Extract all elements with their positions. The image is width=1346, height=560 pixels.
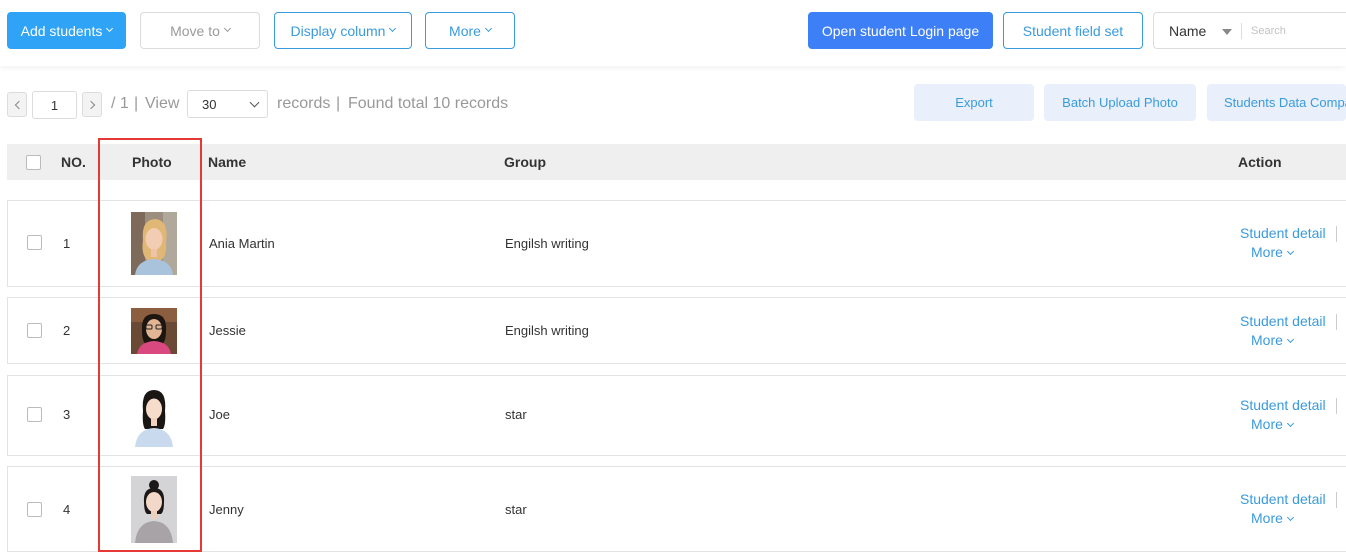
chevron-down-icon	[106, 24, 114, 33]
row-more-link[interactable]: More	[1251, 510, 1294, 526]
total-pages: / 1	[111, 95, 129, 112]
search-field-select[interactable]: Name	[1169, 23, 1206, 39]
table-row: 3 Joe star Student detail More	[7, 375, 1346, 456]
prev-page-button[interactable]	[7, 92, 27, 117]
header-action: Action	[1238, 154, 1282, 170]
open-login-label: Open student Login page	[821, 22, 980, 39]
move-to-label: Move to	[170, 22, 220, 39]
chevron-down-icon	[249, 97, 260, 108]
row-more-label: More	[1251, 510, 1283, 526]
open-student-login-button[interactable]: Open student Login page	[808, 12, 993, 49]
row-checkbox[interactable]	[27, 502, 42, 517]
chevron-down-icon	[389, 24, 397, 33]
found-records-text: Found total 10 records	[348, 95, 509, 112]
caret-down-icon[interactable]	[1222, 29, 1232, 35]
header-photo: Photo	[132, 154, 172, 170]
export-label: Export	[955, 95, 993, 110]
view-label: View	[145, 95, 180, 112]
student-name: Ania Martin	[209, 236, 275, 251]
student-group: star	[505, 407, 527, 422]
row-number: 2	[63, 323, 71, 338]
student-name: Jessie	[209, 323, 246, 338]
add-students-button[interactable]: Add students	[7, 12, 126, 49]
chevron-down-icon	[1286, 513, 1294, 521]
more-label: More	[449, 22, 481, 39]
header-name: Name	[208, 154, 247, 170]
student-name: Jenny	[209, 502, 244, 517]
row-checkbox[interactable]	[27, 407, 42, 422]
per-page-value: 30	[202, 97, 217, 112]
chevron-down-icon	[1286, 419, 1294, 427]
batch-upload-photo-button[interactable]: Batch Upload Photo	[1044, 84, 1196, 121]
student-detail-link[interactable]: Student detail	[1240, 491, 1326, 507]
table-row: 2 Jessie Engilsh writing Student detail …	[7, 297, 1346, 364]
row-number: 4	[63, 502, 71, 517]
student-photo[interactable]	[131, 308, 177, 354]
chevron-down-icon	[1286, 247, 1294, 255]
table-header: NO. Photo Name Group Action	[7, 144, 1346, 180]
action-separator	[1336, 226, 1337, 242]
student-detail-link[interactable]: Student detail	[1240, 313, 1326, 329]
student-detail-link[interactable]: Student detail	[1240, 225, 1326, 241]
row-more-link[interactable]: More	[1251, 332, 1294, 348]
more-button[interactable]: More	[425, 12, 515, 49]
records-label: records	[277, 95, 331, 112]
chevron-down-icon	[1286, 335, 1294, 343]
chevron-left-icon	[14, 100, 23, 109]
add-students-label: Add students	[20, 22, 103, 39]
header-group: Group	[504, 154, 546, 170]
student-group: Engilsh writing	[505, 236, 589, 251]
data-compare-label: Students Data Compare	[1224, 95, 1346, 110]
select-all-checkbox[interactable]	[26, 155, 41, 170]
student-name: Joe	[209, 407, 230, 422]
student-photo[interactable]	[131, 476, 177, 543]
chevron-down-icon	[484, 24, 492, 33]
action-separator	[1336, 398, 1337, 414]
student-field-set-button[interactable]: Student field set	[1003, 12, 1143, 49]
pager-separator: |	[336, 95, 341, 112]
student-group: star	[505, 502, 527, 517]
row-checkbox[interactable]	[27, 323, 42, 338]
student-detail-link[interactable]: Student detail	[1240, 397, 1326, 413]
row-more-label: More	[1251, 332, 1283, 348]
action-separator	[1336, 314, 1337, 330]
pager-separator: |	[134, 95, 139, 112]
row-number: 1	[63, 236, 71, 251]
row-more-label: More	[1251, 244, 1283, 260]
row-checkbox[interactable]	[27, 235, 42, 250]
next-page-button[interactable]	[82, 92, 102, 117]
row-more-label: More	[1251, 416, 1283, 432]
student-photo[interactable]	[131, 212, 177, 275]
row-more-link[interactable]: More	[1251, 416, 1294, 432]
header-no: NO.	[61, 154, 86, 170]
action-separator	[1336, 492, 1337, 508]
table-row: 4 Jenny star Student detail More	[7, 466, 1346, 552]
students-data-compare-button[interactable]: Students Data Compare	[1207, 84, 1346, 121]
chevron-right-icon	[86, 100, 95, 109]
table-row: 1 Ania Martin Engilsh writing Student de…	[7, 200, 1346, 287]
student-photo[interactable]	[131, 385, 177, 447]
row-number: 3	[63, 407, 71, 422]
page-number-input[interactable]	[32, 91, 77, 119]
batch-upload-label: Batch Upload Photo	[1062, 95, 1178, 110]
divider	[1241, 23, 1242, 39]
row-more-link[interactable]: More	[1251, 244, 1294, 260]
per-page-select[interactable]: 30	[187, 90, 268, 118]
student-group: Engilsh writing	[505, 323, 589, 338]
student-field-set-label: Student field set	[1022, 22, 1124, 39]
search-input[interactable]	[1251, 22, 1346, 40]
top-toolbar: Add students Move to Display column More…	[0, 0, 1346, 66]
display-column-button[interactable]: Display column	[274, 12, 412, 49]
move-to-button[interactable]: Move to	[140, 12, 260, 49]
chevron-down-icon	[223, 24, 231, 33]
search-group: Name	[1153, 12, 1346, 49]
export-button[interactable]: Export	[914, 84, 1034, 121]
display-column-label: Display column	[290, 22, 386, 39]
